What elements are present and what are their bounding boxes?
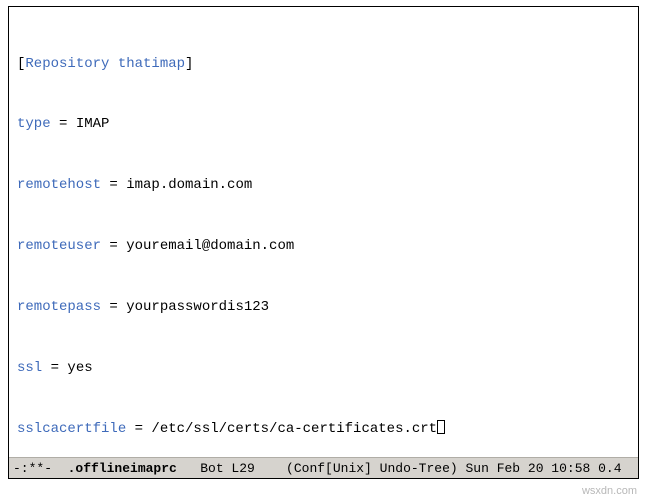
modeline-status: -:**-: [13, 461, 68, 476]
modeline-modes: (Conf[Unix] Undo-Tree): [286, 461, 458, 476]
text-cursor: [437, 420, 445, 434]
key-remotepass: remotepass: [17, 299, 101, 315]
config-line-remotehost: remotehost = imap.domain.com: [17, 175, 630, 195]
config-line-type: type = IMAP: [17, 114, 630, 134]
key-sslcacertfile: sslcacertfile: [17, 421, 126, 437]
bracket-close: ]: [185, 56, 193, 72]
section-name: Repository thatimap: [25, 56, 185, 72]
val-remotehost: = imap.domain.com: [101, 177, 252, 193]
val-remotepass: = yourpasswordis123: [101, 299, 269, 315]
modeline-buffer-name: .offlineimaprc: [68, 461, 177, 476]
config-line-remoteuser: remoteuser = youremail@domain.com: [17, 236, 630, 256]
editor-buffer[interactable]: [Repository thatimap] type = IMAP remote…: [9, 7, 638, 457]
watermark: wsxdn.com: [582, 485, 637, 497]
modeline-position: Bot L29: [177, 461, 286, 476]
key-type: type: [17, 116, 51, 132]
config-line-sslcacertfile: sslcacertfile = /etc/ssl/certs/ca-certif…: [17, 419, 630, 439]
editor-window: [Repository thatimap] type = IMAP remote…: [8, 6, 639, 479]
config-section-header: [Repository thatimap]: [17, 54, 630, 74]
modeline-time: Sun Feb 20 10:58 0.4: [458, 461, 622, 476]
key-remoteuser: remoteuser: [17, 238, 101, 254]
val-type: = IMAP: [51, 116, 110, 132]
val-sslcacertfile: = /etc/ssl/certs/ca-certificates.crt: [126, 421, 437, 437]
mode-line: -:**- .offlineimaprc Bot L29 (Conf[Unix]…: [9, 457, 638, 478]
key-ssl: ssl: [17, 360, 42, 376]
val-remoteuser: = youremail@domain.com: [101, 238, 294, 254]
config-line-ssl: ssl = yes: [17, 358, 630, 378]
val-ssl: = yes: [42, 360, 92, 376]
key-remotehost: remotehost: [17, 177, 101, 193]
config-line-remotepass: remotepass = yourpasswordis123: [17, 297, 630, 317]
